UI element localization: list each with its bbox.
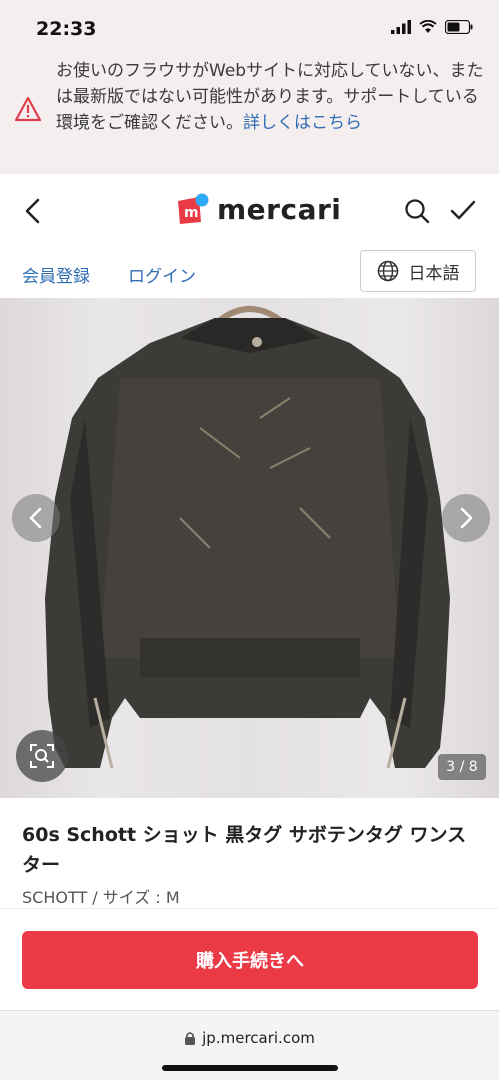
product-image-carousel[interactable]: 3 / 8 (0, 298, 499, 798)
details-link[interactable]: 詳しくはこちら (243, 113, 362, 133)
browser-url-bar[interactable]: jp.mercari.com (0, 1010, 499, 1080)
language-label: 日本語 (408, 263, 460, 284)
status-time: 22:33 (36, 18, 97, 40)
battery-icon (445, 20, 473, 34)
lock-icon (185, 1032, 196, 1045)
browser-warning-banner: お使いのフラウサがWebサイトに対応していない、または最新版ではない可能性があり… (0, 58, 499, 174)
globe-icon (377, 260, 398, 282)
purchase-bar: 購入手続きへ (0, 908, 499, 1010)
back-icon[interactable] (18, 196, 48, 226)
carousel-next-button[interactable] (442, 494, 490, 542)
language-button[interactable]: 日本語 (360, 250, 476, 292)
login-link[interactable]: ログイン (128, 262, 196, 287)
chevron-right-icon (460, 507, 473, 529)
status-bar: 22:33 (0, 0, 499, 58)
purchase-button[interactable]: 購入手続きへ (22, 931, 478, 989)
url-display[interactable]: jp.mercari.com (0, 1029, 499, 1047)
logo-text: mercari (217, 192, 342, 226)
product-photo-leather-jacket (45, 306, 450, 769)
item-brand-size: SCHOTT / サイズ : M (22, 888, 180, 907)
zoom-icon (30, 744, 54, 768)
checkmark-icon[interactable] (448, 196, 478, 226)
item-title: 60s Schott ショット 黒タグ サボテンタグ ワンスター (22, 824, 467, 876)
wifi-icon (419, 20, 437, 33)
home-indicator[interactable] (162, 1065, 338, 1071)
carousel-prev-button[interactable] (12, 494, 60, 542)
status-icons (391, 20, 473, 34)
account-nav: 会員登録 ログイン 日本語 (0, 248, 499, 298)
signal-icon (391, 20, 411, 34)
warning-message: お使いのフラウサがWebサイトに対応していない、または最新版ではない可能性があり… (56, 58, 486, 136)
warning-icon (14, 96, 42, 122)
url-text: jp.mercari.com (202, 1029, 315, 1047)
mercari-logo-icon: m (175, 192, 209, 226)
site-header: m mercari (0, 174, 499, 248)
register-link[interactable]: 会員登録 (22, 262, 90, 287)
zoom-button[interactable] (16, 730, 68, 782)
logo-mark-letter: m (184, 205, 199, 221)
chevron-left-icon (29, 507, 42, 529)
image-counter: 3 / 8 (438, 754, 486, 780)
mercari-logo[interactable]: m mercari (175, 192, 341, 226)
search-icon[interactable] (402, 196, 432, 226)
